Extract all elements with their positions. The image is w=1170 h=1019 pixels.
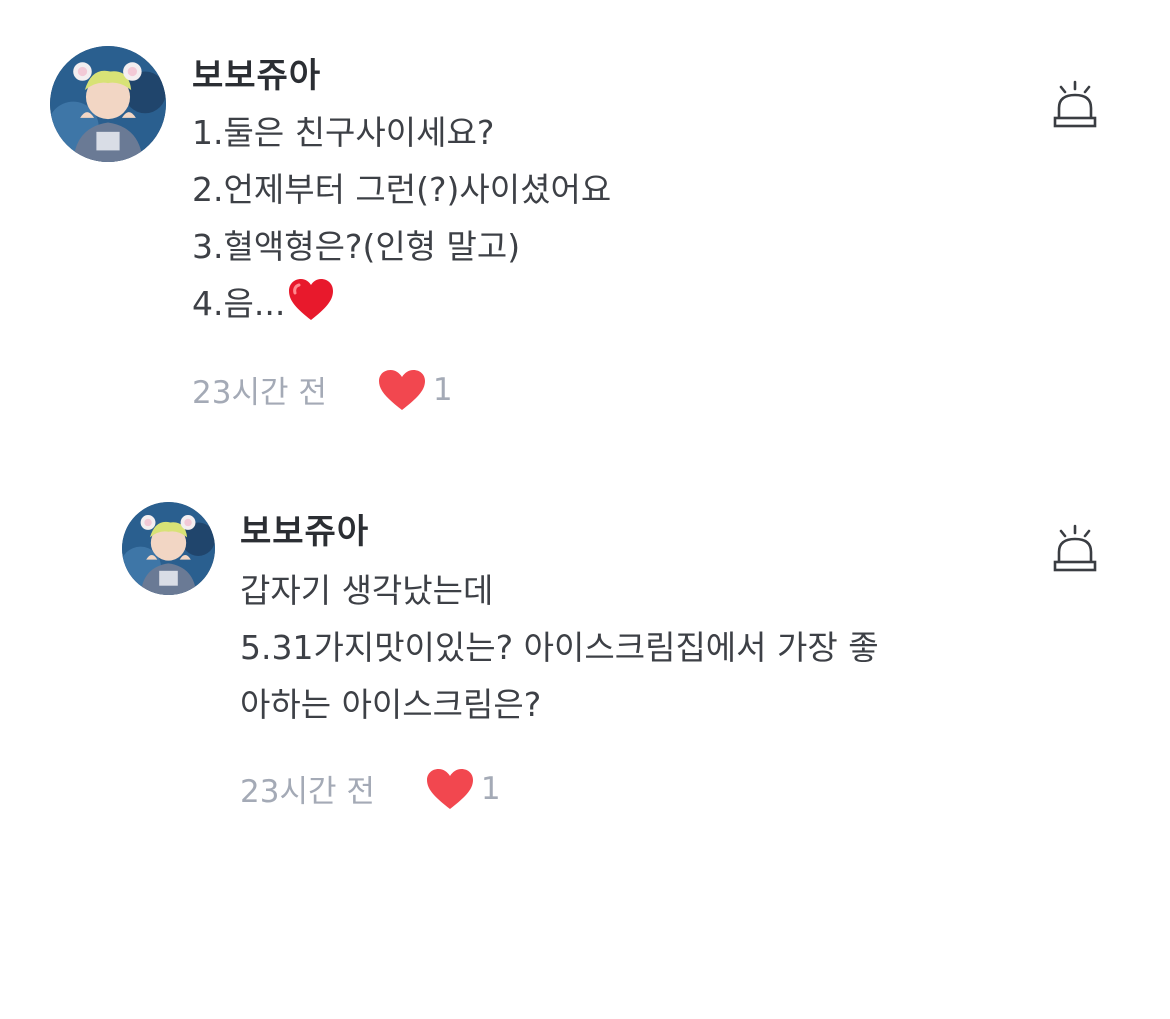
comment-line: 갑자기 생각났는데 (240, 571, 494, 610)
comment-body: 1.둘은 친구사이세요? 2.언제부터 그런(?)사이셨어요 3.혈액형은?(인… (192, 104, 611, 340)
comment-line: 4.음... (192, 284, 286, 323)
red-heart-emoji (287, 277, 335, 340)
avatar-image (122, 502, 215, 595)
comment-line-with-emoji: 4.음... (192, 275, 611, 340)
comment-timestamp: 23시간 전 (192, 375, 327, 411)
avatar[interactable] (122, 502, 215, 595)
siren-icon (1053, 80, 1097, 128)
siren-icon (1053, 524, 1097, 572)
comment-author[interactable]: 보보쥬아 (240, 504, 369, 553)
comment-line: 3.혈액형은?(인형 말고) (192, 227, 521, 266)
comment-meta: 23시간 전 1 (240, 766, 501, 811)
comment-item: 보보쥬아 1.둘은 친구사이세요? 2.언제부터 그런(?)사이셨어요 3.혈액… (0, 0, 1170, 450)
comment-line: 1.둘은 친구사이세요? (192, 113, 495, 152)
comment-meta: 23시간 전 1 (192, 367, 453, 412)
comment-author[interactable]: 보보쥬아 (192, 48, 321, 97)
avatar-image (50, 46, 166, 162)
like-button[interactable]: 1 (425, 767, 501, 811)
reply-item: 보보쥬아 갑자기 생각났는데 5.31가지맛이있는? 아이스크림집에서 가장 좋… (0, 450, 1170, 850)
comment-line: 2.언제부터 그런(?)사이셨어요 (192, 170, 612, 209)
like-count: 1 (480, 770, 501, 807)
like-count: 1 (432, 371, 453, 408)
like-button[interactable]: 1 (377, 368, 453, 412)
comment-line: 5.31가지맛이있는? 아이스크림집에서 가장 좋 (240, 628, 879, 667)
comment-line: 아하는 아이스크림은? (240, 685, 542, 724)
heart-icon (426, 768, 473, 809)
avatar[interactable] (50, 46, 166, 162)
report-button[interactable] (1052, 80, 1098, 130)
report-button[interactable] (1052, 524, 1098, 574)
comment-timestamp: 23시간 전 (240, 774, 375, 810)
comment-body: 갑자기 생각났는데 5.31가지맛이있는? 아이스크림집에서 가장 좋 아하는 … (240, 562, 879, 733)
heart-icon (378, 369, 425, 410)
